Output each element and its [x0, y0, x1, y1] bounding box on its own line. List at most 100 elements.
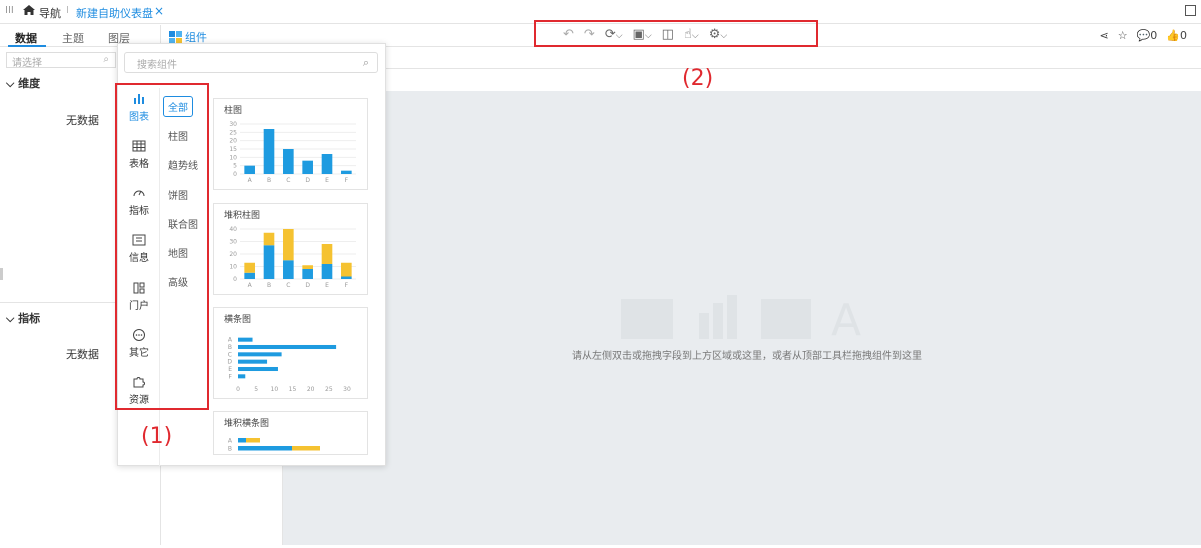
y-tick-label: 0 — [233, 171, 237, 178]
y-tick-label: F — [229, 373, 233, 380]
card-bar-chart[interactable]: 0 5 10 15 20 25 30 A B C D E F 柱图 — [213, 98, 368, 190]
x-tick-label: F — [345, 177, 349, 184]
component-search-input[interactable]: 搜索组件 ⌕ — [124, 52, 378, 73]
bar — [341, 170, 352, 174]
bar — [341, 262, 352, 277]
nav-link[interactable]: 导航 — [39, 5, 61, 21]
bar — [244, 262, 255, 273]
x-tick-label: A — [248, 282, 253, 289]
bar — [283, 229, 294, 261]
card-stacked-bar-chart[interactable]: 0 10 20 30 40 A B C D E F 堆积柱图 — [213, 203, 368, 295]
dashboard-canvas[interactable]: A — [283, 91, 1201, 545]
tab-data[interactable]: 数据 — [15, 30, 37, 46]
comment-button[interactable]: 💬0 — [1137, 29, 1158, 42]
y-tick-label: 30 — [229, 121, 237, 128]
x-tick-label: F — [345, 282, 349, 289]
dimensions-empty: 无数据 — [66, 114, 99, 127]
y-tick-label: 25 — [229, 129, 237, 136]
bar — [283, 149, 294, 174]
bar — [244, 272, 255, 279]
x-tick-label: C — [286, 282, 290, 289]
metrics-header[interactable]: ⌵ 指标 — [6, 310, 40, 326]
y-tick-label: C — [228, 351, 232, 358]
canvas-placeholder-icons: A — [621, 295, 861, 346]
search-icon: ⌕ — [103, 54, 109, 65]
field-search-input[interactable]: 请选择 ⌕ — [6, 52, 116, 69]
svg-text:A: A — [831, 295, 861, 346]
y-tick-label: 0 — [233, 276, 237, 283]
favorite-icon[interactable]: ☆ — [1118, 29, 1128, 42]
tab-dashboard[interactable]: 新建自助仪表盘 — [76, 5, 153, 21]
like-button[interactable]: 👍0 — [1166, 29, 1187, 42]
card-title: 柱图 — [224, 106, 243, 116]
x-tick-label: B — [267, 177, 271, 184]
y-tick-label: 15 — [229, 146, 237, 153]
y-tick-label: 20 — [229, 251, 237, 258]
card-horizontal-bar-chart[interactable]: A B C D E F 0 5 10 15 20 25 30 横条图 — [213, 307, 368, 399]
component-search-placeholder: 搜索组件 — [137, 60, 177, 71]
card-title: 横条图 — [224, 315, 252, 325]
x-tick-label: A — [248, 177, 253, 184]
dimensions-label: 维度 — [18, 77, 41, 90]
bar — [321, 154, 333, 174]
bar — [302, 265, 313, 269]
card-title: 堆积横条图 — [224, 419, 270, 429]
card-title: 堆积柱图 — [224, 211, 261, 221]
bar — [238, 438, 246, 443]
close-icon[interactable]: × — [154, 4, 164, 18]
metrics-label: 指标 — [18, 312, 41, 325]
bar — [263, 232, 275, 246]
menu-icon[interactable]: III — [5, 5, 14, 16]
y-tick-label: D — [227, 359, 232, 366]
bar — [302, 269, 313, 279]
y-tick-label: E — [228, 366, 232, 373]
component-icon — [169, 30, 182, 44]
bar — [246, 438, 260, 443]
likes-count: 0 — [1180, 29, 1187, 42]
y-tick-label: 20 — [229, 138, 237, 145]
y-tick-label: A — [228, 438, 233, 445]
bar — [292, 446, 320, 451]
bar — [238, 366, 278, 372]
x-tick-label: 10 — [271, 386, 279, 393]
x-tick-label: 0 — [236, 386, 240, 393]
x-tick-label: C — [286, 177, 290, 184]
tab-theme[interactable]: 主题 — [62, 30, 84, 46]
x-tick-label: 15 — [289, 386, 297, 393]
y-tick-label: A — [228, 337, 233, 344]
y-tick-label: B — [228, 344, 232, 351]
y-tick-label: 10 — [229, 154, 237, 161]
comments-count: 0 — [1150, 29, 1158, 42]
panel-resize-handle[interactable] — [0, 268, 3, 280]
maximize-icon[interactable] — [1185, 5, 1196, 16]
card-stacked-horizontal-bar-chart[interactable]: ABC 堆积横条图 — [213, 411, 368, 455]
bar — [321, 244, 333, 264]
home-icon[interactable] — [22, 3, 36, 17]
x-tick-label: E — [325, 177, 329, 184]
bar — [238, 352, 282, 357]
x-tick-label: 20 — [307, 386, 315, 393]
y-tick-label: 40 — [229, 226, 237, 233]
bar — [238, 374, 246, 379]
bar — [321, 264, 333, 279]
annotation-label-1: (1) — [141, 424, 173, 449]
bar — [238, 446, 292, 451]
annotation-label-2: (2) — [682, 66, 714, 91]
y-tick-label: C — [228, 454, 232, 456]
header-divider — [283, 68, 1201, 69]
x-tick-label: 30 — [343, 386, 351, 393]
metrics-empty: 无数据 — [66, 348, 99, 361]
search-icon: ⌕ — [362, 56, 369, 69]
bar — [263, 129, 275, 174]
x-tick-label: 5 — [254, 386, 258, 393]
bar — [283, 260, 294, 279]
highlight-box-1 — [115, 83, 209, 410]
x-tick-label: 25 — [325, 386, 333, 393]
right-toolbar: ⋖ ☆ 💬0 👍0 — [1100, 29, 1188, 42]
x-tick-label: D — [305, 177, 310, 184]
bar — [302, 160, 313, 174]
bar — [238, 337, 253, 342]
dimensions-header[interactable]: ⌵ 维度 — [6, 75, 40, 91]
share-icon[interactable]: ⋖ — [1100, 29, 1109, 42]
bar — [262, 454, 312, 455]
